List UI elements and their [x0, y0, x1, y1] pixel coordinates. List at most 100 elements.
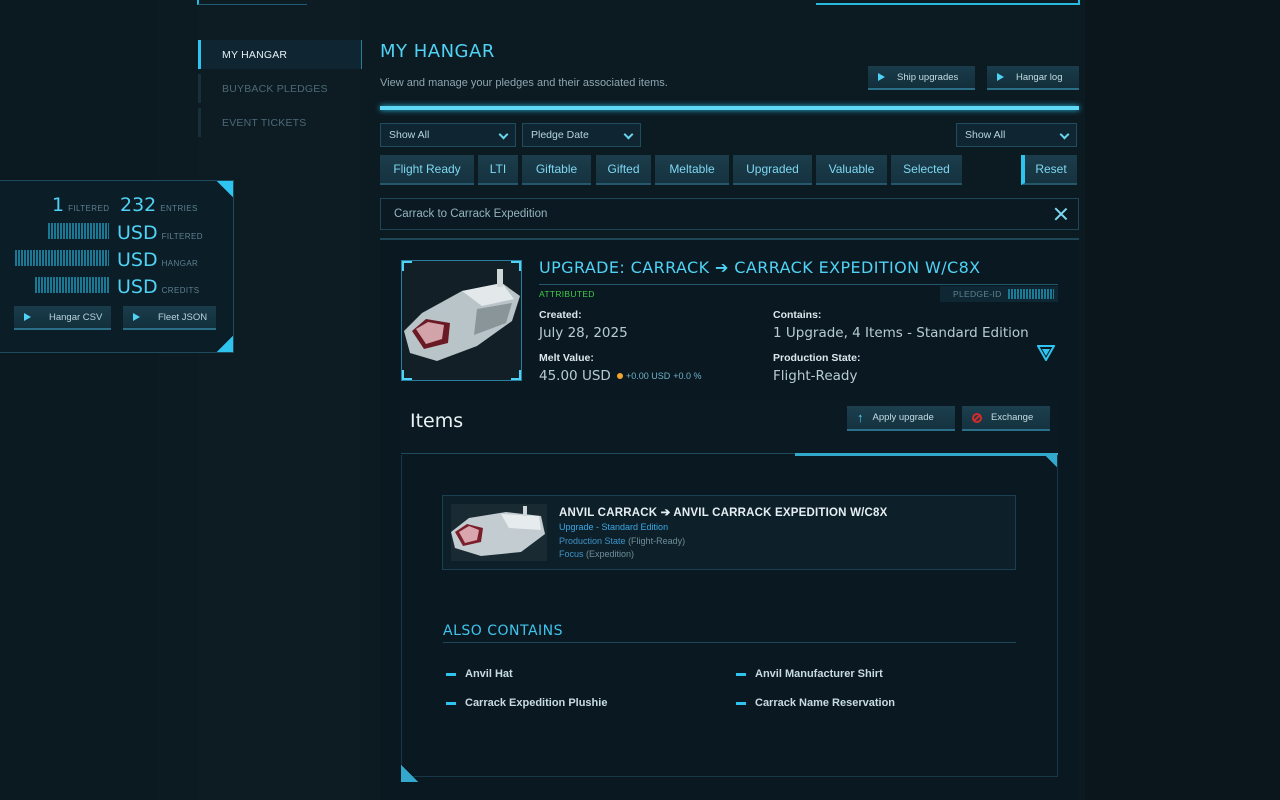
search-input[interactable]: Carrack to Carrack Expedition — [380, 198, 1079, 230]
filtered-value-row: USD FILTERED — [48, 222, 203, 244]
chevron-down-icon — [623, 129, 634, 140]
reset-filters-button[interactable]: Reset — [1021, 155, 1077, 185]
filtered-value-label: FILTERED — [161, 232, 203, 241]
list-item: Carrack Name Reservation — [736, 697, 895, 709]
melt-value: 45.00 USD — [539, 368, 611, 384]
filter-chip-giftable[interactable]: Giftable — [522, 155, 591, 185]
type-filter-select[interactable]: Show All — [380, 123, 516, 147]
clear-search-icon[interactable] — [1054, 207, 1068, 221]
hangar-currency: USD — [117, 249, 158, 271]
filtered-count: 1 — [52, 194, 65, 216]
filtered-count-row: 1 FILTERED — [52, 194, 109, 216]
expand-triangle-icon[interactable] — [1037, 345, 1055, 361]
sort-select[interactable]: Pledge Date — [522, 123, 641, 147]
also-contains-item: Anvil Manufacturer Shirt — [755, 668, 883, 680]
type-filter-value: Show All — [389, 129, 430, 141]
redacted-value — [48, 223, 109, 239]
entries-count-row: 232 ENTRIES — [120, 194, 198, 216]
hangar-value-label: HANGAR — [161, 259, 199, 268]
filter-chip-flight-ready[interactable]: Flight Ready — [380, 155, 474, 185]
item-name: ANVIL CARRACK ➔ ANVIL CARRACK EXPEDITION… — [559, 507, 888, 519]
top-frame-right — [816, 0, 1080, 5]
sort-value: Pledge Date — [531, 129, 589, 141]
left-background — [0, 0, 158, 800]
hangar-csv-label: Hangar CSV — [49, 311, 103, 323]
sidebar-item-event-tickets[interactable]: EVENT TICKETS — [198, 108, 362, 137]
play-icon — [997, 73, 1004, 81]
also-contains-item: Anvil Hat — [465, 668, 513, 680]
filter-chip-lti[interactable]: LTI — [478, 155, 518, 185]
apply-upgrade-button[interactable]: ↑ Apply upgrade — [847, 406, 955, 431]
upgrade-arrow-icon: ↑ — [857, 410, 864, 425]
fleet-json-button[interactable]: Fleet JSON — [123, 306, 216, 330]
item-focus-value: (Expedition) — [586, 549, 635, 559]
list-item: Carrack Expedition Plushie — [446, 697, 607, 709]
play-icon — [133, 313, 140, 321]
melt-delta-pct: +0.0 % — [673, 371, 702, 381]
exchange-button[interactable]: Exchange — [962, 406, 1050, 431]
also-contains-item: Carrack Expedition Plushie — [465, 697, 608, 709]
sidebar-item-buyback-pledges[interactable]: BUYBACK PLEDGES — [198, 74, 362, 103]
filter-chip-selected[interactable]: Selected — [891, 155, 962, 185]
item-focus-label: Focus — [559, 549, 584, 559]
pledge-id-label: PLEDGE-ID — [953, 289, 1002, 299]
items-title: Items — [410, 410, 464, 432]
ship-image — [402, 261, 521, 380]
contains-value: 1 Upgrade, 4 Items - Standard Edition — [773, 325, 1029, 341]
pledge-thumbnail — [401, 260, 522, 381]
hangar-log-label: Hangar log — [1016, 71, 1063, 83]
thumb-corner — [511, 370, 521, 380]
hangar-value-row: USD HANGAR — [15, 249, 198, 271]
list-item: Anvil Hat — [446, 668, 513, 680]
sidebar-item-my-hangar[interactable]: MY HANGAR — [198, 40, 362, 69]
bullet-icon — [736, 701, 746, 705]
list-item: Anvil Manufacturer Shirt — [736, 668, 883, 680]
pledge-id: PLEDGE-ID — [940, 286, 1058, 302]
thumb-corner — [402, 370, 412, 380]
redacted-value — [1007, 289, 1054, 299]
hangar-csv-button[interactable]: Hangar CSV — [14, 306, 111, 330]
created-label: Created: — [539, 309, 582, 321]
filter-chip-gifted[interactable]: Gifted — [596, 155, 651, 185]
chevron-down-icon — [498, 129, 509, 140]
hangar-log-button[interactable]: Hangar log — [987, 66, 1079, 90]
pledge-title[interactable]: UPGRADE: CARRACK ➔ CARRACK EXPEDITION W/… — [539, 258, 981, 277]
right-background — [1085, 0, 1280, 800]
credits-currency: USD — [117, 276, 158, 298]
header-divider — [380, 106, 1079, 110]
entries-count: 232 — [120, 194, 157, 216]
redacted-value — [35, 277, 109, 293]
play-icon — [24, 313, 31, 321]
chevron-down-icon — [1059, 129, 1070, 140]
also-contains-divider — [443, 642, 1016, 643]
exchange-label: Exchange — [991, 412, 1034, 423]
search-value: Carrack to Carrack Expedition — [394, 208, 548, 220]
ship-upgrades-label: Ship upgrades — [897, 71, 959, 83]
melt-delta-usd: +0.00 USD — [626, 371, 671, 381]
page-subtitle: View and manage your pledges and their a… — [380, 77, 668, 89]
status-badge: ATTRIBUTED — [539, 289, 595, 299]
panel-corner-accent — [207, 181, 233, 201]
top-frame-left — [197, 0, 307, 5]
thumb-corner — [511, 261, 521, 271]
created-value: July 28, 2025 — [539, 325, 628, 341]
right-filter-select[interactable]: Show All — [956, 123, 1077, 147]
ship-upgrades-button[interactable]: Ship upgrades — [868, 66, 975, 90]
sidebar-nav: MY HANGAR BUYBACK PLEDGES EVENT TICKETS — [198, 40, 362, 142]
exchange-icon — [972, 412, 982, 423]
also-contains-title: ALSO CONTAINS — [443, 623, 564, 639]
production-label: Production State: — [773, 352, 861, 364]
item-production-value: (Flight-Ready) — [628, 536, 686, 546]
filter-chip-meltable[interactable]: Meltable — [655, 155, 729, 185]
filter-chip-upgraded[interactable]: Upgraded — [733, 155, 812, 185]
ship-image — [451, 504, 547, 561]
contains-label: Contains: — [773, 309, 822, 321]
item-edition: Upgrade - Standard Edition — [559, 522, 669, 532]
filter-chip-valuable[interactable]: Valuable — [816, 155, 887, 185]
melt-value-label: Melt Value: — [539, 352, 594, 364]
melt-status-dot — [617, 373, 623, 379]
bullet-icon — [736, 672, 746, 676]
melt-delta: +0.00 USD +0.0 % — [617, 371, 702, 381]
items-header — [401, 401, 1058, 454]
apply-upgrade-label: Apply upgrade — [872, 412, 934, 423]
